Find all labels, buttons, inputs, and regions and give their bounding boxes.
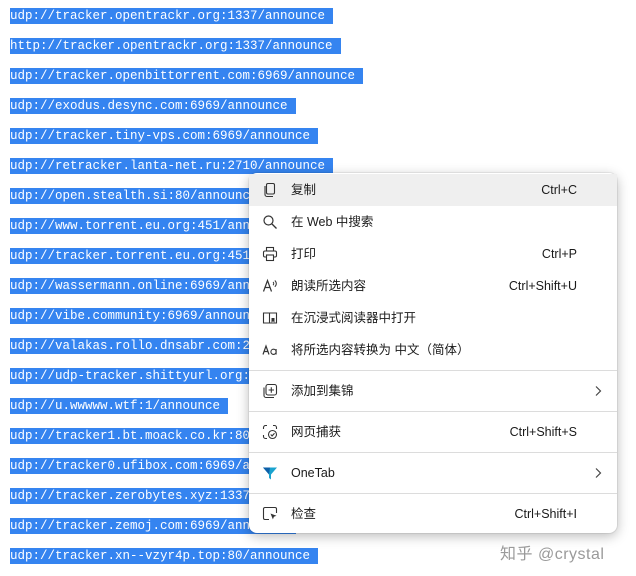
- menu-item-shortcut: Ctrl+Shift+S: [509, 425, 577, 439]
- tracker-line: udp://tracker.openbittorrent.com:6969/an…: [10, 68, 364, 84]
- context-menu: 复制 Ctrl+C 在 Web 中搜索 打印 Ctrl+P 朗读所选内容 Ctr…: [249, 173, 617, 533]
- inspect-icon: [262, 506, 278, 522]
- read-aloud-icon: [262, 278, 278, 294]
- printer-icon: [262, 246, 278, 262]
- menu-item-inspect[interactable]: 检查 Ctrl+Shift+I: [249, 498, 617, 530]
- tracker-line: udp://tracker.opentrackr.org:1337/announ…: [10, 8, 334, 24]
- tracker-line: udp://u.wwwww.wtf:1/announce: [10, 398, 229, 414]
- menu-item-label: 检查: [291, 507, 317, 521]
- web-capture-icon: [262, 424, 278, 440]
- menu-item-print[interactable]: 打印 Ctrl+P: [249, 238, 617, 270]
- menu-item-label: 添加到集锦: [291, 384, 354, 398]
- menu-item-label: 在沉浸式阅读器中打开: [291, 311, 417, 325]
- menu-item-label: 在 Web 中搜索: [291, 215, 374, 229]
- menu-separator: [249, 452, 617, 453]
- menu-item-label: 将所选内容转换为 中文（简体）: [291, 343, 470, 357]
- menu-item-copy[interactable]: 复制 Ctrl+C: [249, 174, 617, 206]
- menu-item-immersive-reader[interactable]: 在沉浸式阅读器中打开: [249, 302, 617, 334]
- menu-item-shortcut: Ctrl+C: [541, 183, 577, 197]
- copy-icon: [262, 182, 278, 198]
- menu-item-shortcut: Ctrl+Shift+U: [508, 279, 577, 293]
- menu-separator: [249, 370, 617, 371]
- menu-item-search-web[interactable]: 在 Web 中搜索: [249, 206, 617, 238]
- tracker-line: udp://tracker.tiny-vps.com:6969/announce: [10, 128, 319, 144]
- menu-item-read-aloud[interactable]: 朗读所选内容 Ctrl+Shift+U: [249, 270, 617, 302]
- menu-item-label: OneTab: [291, 466, 335, 480]
- search-icon: [262, 214, 278, 230]
- menu-item-label: 打印: [291, 247, 317, 261]
- immersive-reader-icon: [262, 310, 278, 326]
- onetab-icon: [262, 465, 278, 481]
- watermark: 知乎 @crystal: [500, 546, 605, 563]
- menu-item-label: 网页捕获: [291, 425, 342, 439]
- tracker-line: http://tracker.opentrackr.org:1337/annou…: [10, 38, 341, 54]
- menu-item-collections[interactable]: 添加到集锦: [249, 375, 617, 407]
- menu-separator: [249, 493, 617, 494]
- tracker-line: udp://exodus.desync.com:6969/announce: [10, 98, 296, 114]
- menu-item-shortcut: Ctrl+P: [541, 247, 577, 261]
- chevron-right-icon: [593, 465, 603, 481]
- tracker-line: udp://tracker.xn--vzyr4p.top:80/announce: [10, 548, 319, 564]
- tracker-line: udp://retracker.lanta-net.ru:2710/announ…: [10, 158, 334, 174]
- tracker-line: udp://open.stealth.si:80/announce: [10, 188, 266, 204]
- collections-icon: [262, 383, 278, 399]
- menu-item-translate[interactable]: 将所选内容转换为 中文（简体）: [249, 334, 617, 366]
- menu-item-web-capture[interactable]: 网页捕获 Ctrl+Shift+S: [249, 416, 617, 448]
- menu-separator: [249, 411, 617, 412]
- chevron-right-icon: [593, 383, 603, 399]
- menu-item-label: 复制: [291, 183, 317, 197]
- menu-item-label: 朗读所选内容: [291, 279, 367, 293]
- menu-item-shortcut: Ctrl+Shift+I: [514, 507, 577, 521]
- menu-item-onetab[interactable]: OneTab: [249, 457, 617, 489]
- translate-icon: [262, 342, 278, 358]
- tracker-line: udp://vibe.community:6969/announce: [10, 308, 274, 324]
